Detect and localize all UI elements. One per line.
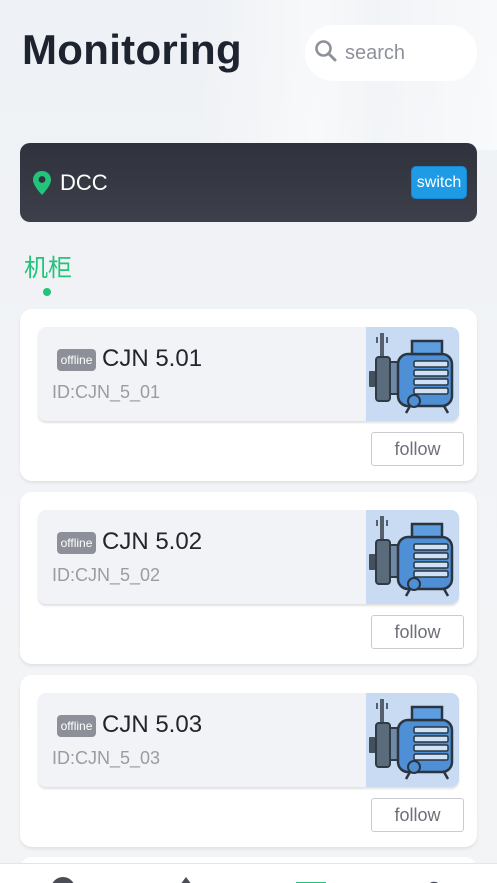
location-bar: DCC switch [20, 143, 477, 222]
location-pin-icon [32, 170, 52, 196]
search-box[interactable]: search [305, 25, 477, 81]
search-placeholder: search [345, 41, 406, 64]
switch-button[interactable]: switch [411, 166, 467, 199]
device-name: CJN 5.01 [102, 345, 203, 372]
status-badge: offline [57, 532, 96, 554]
follow-button[interactable]: follow [371, 615, 464, 649]
search-icon [313, 38, 345, 69]
device-name: CJN 5.02 [102, 528, 203, 555]
follow-button[interactable]: follow [371, 432, 464, 466]
device-card[interactable]: offline CJN 5.01 ID:CJN_5_01 follow [20, 309, 477, 481]
device-id: ID:CJN_5_03 [52, 748, 161, 768]
device-id: ID:CJN_5_02 [52, 565, 161, 585]
page-title: Monitoring [22, 26, 242, 73]
device-info[interactable]: offline CJN 5.03 ID:CJN_5_03 [38, 693, 459, 787]
tab-cabinet[interactable]: 机柜 [24, 248, 72, 283]
bottom-nav [0, 863, 497, 883]
device-name: CJN 5.03 [102, 711, 203, 738]
device-icon[interactable] [178, 876, 194, 883]
device-card[interactable]: offline CJN 5.03 ID:CJN_5_03 follow [20, 675, 477, 847]
user-icon[interactable] [426, 876, 442, 883]
tab-active-indicator [43, 288, 51, 296]
location-name: DCC [60, 169, 108, 195]
pump-icon [366, 510, 459, 604]
status-badge: offline [57, 715, 96, 737]
device-id: ID:CJN_5_01 [52, 382, 161, 402]
follow-button[interactable]: follow [371, 798, 464, 832]
device-info[interactable]: offline CJN 5.02 ID:CJN_5_02 [38, 510, 459, 604]
monitor-icon[interactable] [295, 877, 327, 883]
globe-icon[interactable] [50, 876, 76, 883]
status-badge: offline [57, 349, 96, 371]
device-info[interactable]: offline CJN 5.01 ID:CJN_5_01 [38, 327, 459, 421]
pump-icon [366, 327, 459, 421]
device-card[interactable]: offline CJN 5.02 ID:CJN_5_02 follow [20, 492, 477, 664]
pump-icon [366, 693, 459, 787]
